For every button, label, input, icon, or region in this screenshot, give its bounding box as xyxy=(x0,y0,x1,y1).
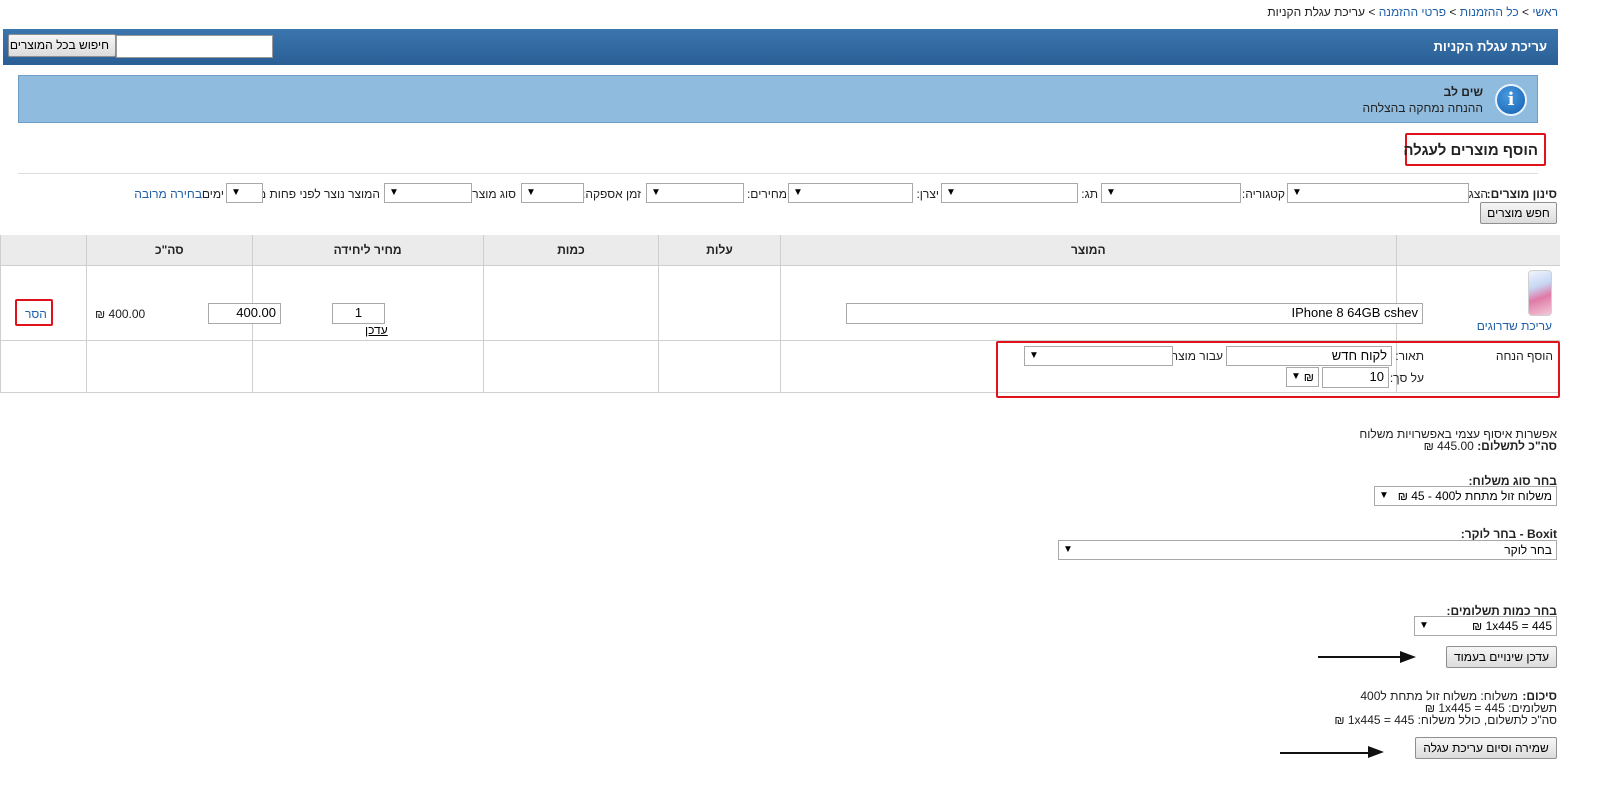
filter-category-select[interactable]: ▼ xyxy=(1101,183,1241,203)
cost-column-header: עלות xyxy=(658,235,781,266)
filter-manufacturer-label: יצרן: xyxy=(916,187,939,201)
filter-prices-label: מחירים: xyxy=(746,187,787,201)
save-and-finish-button[interactable]: שמירה וסיום עריכת עגלה xyxy=(1415,737,1557,759)
locker-select[interactable]: בחר לוקר ▼ xyxy=(1058,540,1557,560)
image-column-header xyxy=(1395,235,1560,266)
update-changes-button[interactable]: עדכן שינויים בעמוד xyxy=(1446,646,1557,668)
cost-cell xyxy=(658,265,781,341)
shipping-type-select[interactable]: משלוח זול מתחת ל400 - 45 ₪ ▼ xyxy=(1374,486,1557,506)
unit-price-column-header: מחיר ליחידה xyxy=(251,235,484,266)
page-header-bar: עריכת עגלת הקניות חיפוש בכל המוצרים xyxy=(3,29,1558,65)
payments-select[interactable]: 445 = 1x445 ₪ ▼ xyxy=(1414,616,1557,636)
filter-days-label: ימים xyxy=(201,187,224,201)
filter-tag-label: תג: xyxy=(1081,187,1098,201)
filter-days-select[interactable]: ▼ xyxy=(226,183,263,203)
search-products-button[interactable]: חפש מוצרים xyxy=(1480,202,1557,224)
row-total: 400.00 ₪ xyxy=(95,307,146,321)
filter-created-label: המוצר נוצר לפני פחות מ: xyxy=(254,187,380,201)
filter-label: סינון מוצרים: xyxy=(1486,187,1557,201)
edit-upgrades-link[interactable]: עריכת שדרוגים xyxy=(1477,319,1552,333)
quantity-input[interactable]: 1 xyxy=(332,303,385,324)
quantity-cell xyxy=(482,265,659,341)
arrow-right-icon xyxy=(1368,746,1384,758)
filter-product-type-select[interactable]: ▼ xyxy=(384,183,472,203)
summary-total-line: סה"כ לתשלום, כולל משלוח: 445 = 1x445 ₪ xyxy=(1334,713,1557,727)
notice-message: ההנחה נמחקה בהצלחה xyxy=(1362,101,1484,115)
multi-select-link[interactable]: בחירה מרובה xyxy=(134,187,202,201)
quantity-column-header: כמות xyxy=(482,235,659,266)
breadcrumb-separator: > xyxy=(1449,5,1457,19)
filter-manufacturer-select[interactable]: ▼ xyxy=(788,183,913,203)
remove-item-link[interactable]: הסר xyxy=(25,307,47,321)
arrow-right-icon xyxy=(1400,651,1416,663)
filter-product-type-label: סוג מוצר: xyxy=(468,187,516,201)
global-search-input[interactable] xyxy=(116,35,273,58)
currency-value: ₪ xyxy=(1303,370,1314,384)
filter-tag-select[interactable]: ▼ xyxy=(941,183,1078,203)
table-header-row: המוצר עלות כמות מחיר ליחידה סה"כ xyxy=(0,235,1560,266)
filter-category-label: קטגוריה: xyxy=(1241,187,1285,201)
global-search-button[interactable]: חיפוש בכל המוצרים xyxy=(8,34,116,57)
discount-description-label: תאור: xyxy=(1395,349,1424,363)
page-title: עריכת עגלת הקניות xyxy=(1433,39,1547,54)
update-quantity-link[interactable]: עדכן xyxy=(365,323,388,337)
payment-total-label: סה"כ לתשלום: xyxy=(1477,439,1557,453)
locker-value: בחר לוקר xyxy=(1504,543,1552,557)
product-thumbnail[interactable] xyxy=(1528,270,1552,316)
total-column-header: סה"כ xyxy=(86,235,253,266)
notice-title: שים לב xyxy=(1443,85,1483,99)
divider xyxy=(18,173,1538,174)
breadcrumb-home-link[interactable]: ראשי xyxy=(1532,5,1558,19)
shipping-type-value: משלוח זול מתחת ל400 - 45 ₪ xyxy=(1397,489,1552,503)
arrow-line xyxy=(1280,752,1370,754)
breadcrumb-orders-link[interactable]: כל ההזמנות xyxy=(1460,5,1519,19)
unit-price-input[interactable]: 400.00 xyxy=(208,303,281,324)
info-icon: i xyxy=(1495,84,1527,116)
notice-box: i שים לב ההנחה נמחקה בהצלחה xyxy=(18,75,1538,123)
add-products-title: הוסף מוצרים לעגלה xyxy=(1403,142,1538,159)
payments-value: 445 = 1x445 ₪ xyxy=(1472,619,1552,633)
locker-label: Boxit - בחר לוקר: xyxy=(1460,527,1557,541)
filter-prices-select[interactable]: ▼ xyxy=(646,183,744,203)
filter-supply-time-select[interactable]: ▼ xyxy=(521,183,584,203)
product-column-header: המוצר xyxy=(779,235,1397,266)
breadcrumb-current: עריכת עגלת הקניות xyxy=(1267,5,1365,19)
breadcrumb: ראשי > כל ההזמנות > פרטי ההזמנה > עריכת … xyxy=(1267,5,1558,19)
discount-description-input[interactable]: לקוח חדש xyxy=(1226,346,1392,366)
discount-amount-label: על סך: xyxy=(1389,371,1424,385)
payment-total: סה"כ לתשלום: 445.00 ₪ xyxy=(1424,439,1557,453)
breadcrumb-order-details-link[interactable]: פרטי ההזמנה xyxy=(1379,5,1446,19)
discount-product-select[interactable]: ▼ xyxy=(1024,346,1173,366)
payment-total-value: 445.00 ₪ xyxy=(1423,439,1474,453)
filter-display-select[interactable]: ▼ xyxy=(1287,183,1469,203)
filter-supply-time-label: זמן אספקה: xyxy=(582,187,641,201)
breadcrumb-separator: > xyxy=(1368,5,1376,19)
product-name-field[interactable]: IPhone 8 64GB cshev xyxy=(846,303,1423,324)
discount-amount-input[interactable]: 10 xyxy=(1322,367,1389,388)
breadcrumb-separator: > xyxy=(1522,5,1530,19)
arrow-line xyxy=(1318,656,1402,658)
actions-column-header xyxy=(0,235,87,266)
discount-for-product-label: עבור מוצר: xyxy=(1168,349,1223,363)
discount-currency-select[interactable]: ₪ ▼ xyxy=(1286,367,1319,387)
